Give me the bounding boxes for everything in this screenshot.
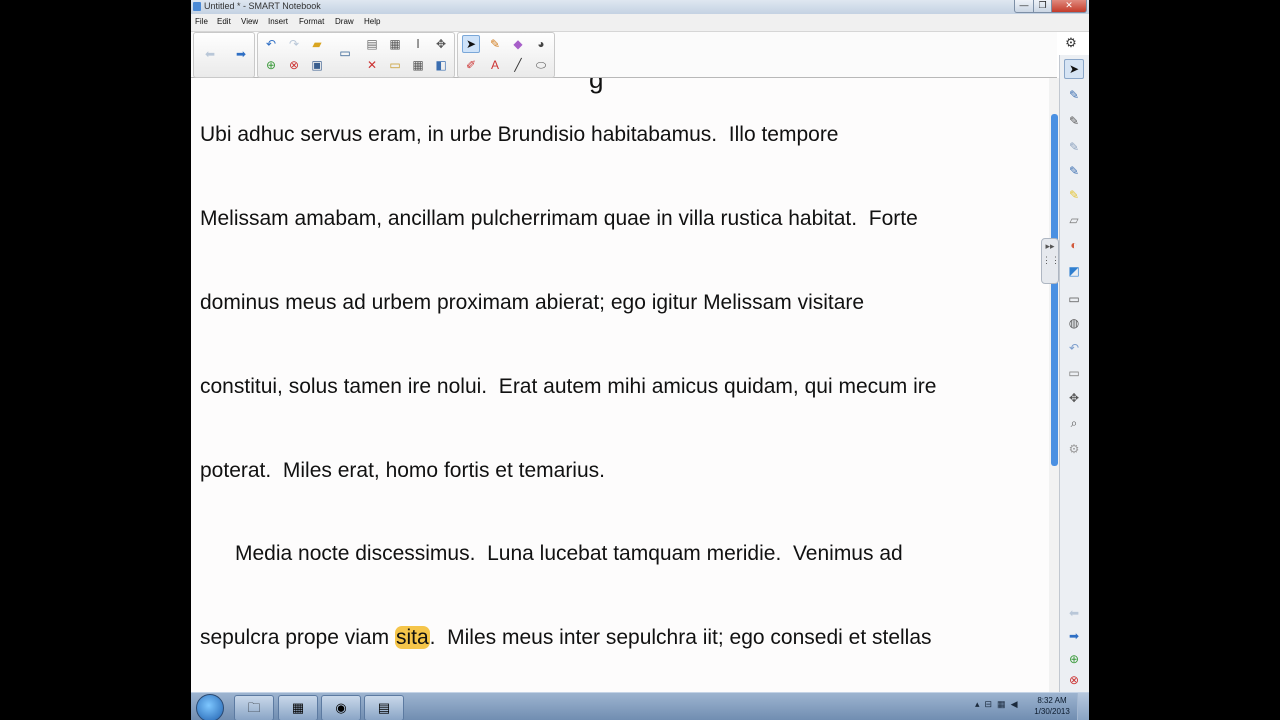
text-line: dominus meus ad urbem proximam abierat; …: [200, 291, 865, 314]
cut-delete-icon[interactable]: ✕: [363, 56, 381, 74]
text-line: Melissam amabam, ancillam pulcherrimam q…: [200, 207, 918, 230]
pointer-icon[interactable]: ◍: [1064, 313, 1084, 333]
windows-taskbar: 🗀 ▦ ◉ ▤ ▴ ⊟ ▦ ◀ 8:32 AM 1/30/2013: [191, 692, 1089, 720]
table-icon[interactable]: ▦: [409, 56, 427, 74]
undo-icon[interactable]: ↶: [262, 35, 280, 53]
close-button[interactable]: ✕: [1051, 0, 1087, 13]
document-camera-icon[interactable]: ◧: [432, 56, 450, 74]
eraser-icon[interactable]: ▱: [1064, 210, 1084, 230]
notebook-taskbar-icon[interactable]: ▦: [278, 695, 318, 720]
notebook-page[interactable]: g Ubi adhuc servus eram, in urbe Brundis…: [191, 78, 1049, 692]
eraser-icon[interactable]: ◆: [509, 35, 527, 53]
menu-format[interactable]: Format: [299, 17, 324, 26]
chrome-taskbar-icon[interactable]: ◉: [321, 695, 361, 720]
show-desktop-button[interactable]: [1077, 693, 1089, 720]
delete-page-icon[interactable]: ⊗: [1064, 670, 1084, 690]
image-icon[interactable]: ▭: [386, 56, 404, 74]
keyboard-icon[interactable]: ▭: [1064, 289, 1084, 309]
text-after-highlight: . Miles meus inter sepulchra iit; ego co…: [429, 626, 932, 649]
open-folder-icon[interactable]: ▰: [308, 35, 326, 53]
text-line: constitui, solus tamen ire nolui. Erat a…: [200, 375, 937, 398]
text-line-highlighted: sepulcra prope viam sita. Miles meus int…: [200, 626, 932, 650]
menu-help[interactable]: Help: [364, 17, 380, 26]
paste-icon[interactable]: ▤: [363, 35, 381, 53]
text-line: Ubi adhuc servus eram, in urbe Brundisio…: [200, 123, 839, 146]
screen-display-icon[interactable]: ▭: [336, 44, 354, 62]
settings-gear-icon[interactable]: ⚙: [1062, 34, 1080, 52]
menu-edit[interactable]: Edit: [217, 17, 231, 26]
text-line: Media nocte discessimus. Luna lucebat ta…: [200, 542, 903, 565]
screen-shade-icon[interactable]: ▦: [386, 35, 404, 53]
next-page-icon[interactable]: ➡: [1064, 626, 1084, 646]
creative-pens-icon[interactable]: ✐: [462, 56, 480, 74]
side-panel-grip[interactable]: ▸▸ ⋮⋮: [1041, 238, 1060, 284]
network-app-taskbar-icon[interactable]: ▤: [364, 695, 404, 720]
text-line: poterat. Miles erat, homo fortis et tema…: [200, 459, 605, 482]
side-tool-panel: ➤ ✎ ✎ ✎ ✎ ✎ ▱ ◐ ◩ ▭ ◍ ↶ ▭ ✥ ⌕ ⚙ ⬅ ➡ ⊕ ⊗: [1059, 55, 1089, 692]
redo-icon[interactable]: ↷: [285, 35, 303, 53]
explorer-taskbar-icon[interactable]: 🗀: [234, 695, 274, 720]
menu-view[interactable]: View: [241, 17, 258, 26]
smart-notebook-window: Untitled * - SMART Notebook — ❐ ✕ File E…: [191, 0, 1089, 720]
select-arrow-icon[interactable]: ➤: [462, 35, 480, 53]
heading-fragment: g: [589, 78, 604, 94]
creative-pen-icon[interactable]: ✎: [1064, 111, 1084, 131]
screen-shade-icon[interactable]: ▭: [1064, 363, 1084, 383]
clock-date[interactable]: 1/30/2013: [1031, 707, 1073, 716]
maximize-button[interactable]: ❐: [1033, 0, 1052, 13]
menu-draw[interactable]: Draw: [335, 17, 354, 26]
window-title: Untitled * - SMART Notebook: [204, 1, 321, 11]
pens-icon[interactable]: ✎: [486, 35, 504, 53]
prev-page-icon[interactable]: ⬅: [1064, 603, 1084, 623]
tool-icon[interactable]: ✥: [1064, 388, 1084, 408]
start-button[interactable]: [196, 694, 224, 720]
fill-icon[interactable]: ◕: [532, 35, 550, 53]
menu-file[interactable]: File: [195, 17, 208, 26]
system-tray[interactable]: ▴ ⊟ ▦ ◀: [975, 699, 1018, 710]
document-tools-group: ↶ ↷ ▰ ⊕ ⊗ ▣ ▭ ▤ ✕ ▦ ▭ Ⅰ ▦ ✥ ◧: [257, 32, 455, 78]
magic-pen-icon[interactable]: ✎: [1064, 137, 1084, 157]
clock-time[interactable]: 8:32 AM: [1031, 696, 1073, 705]
navigation-group: ⬅ ➡: [193, 32, 255, 78]
save-icon[interactable]: ▣: [308, 56, 326, 74]
magnifier-icon[interactable]: ⌕: [1064, 413, 1084, 433]
title-bar[interactable]: Untitled * - SMART Notebook — ❐ ✕: [191, 0, 1089, 14]
drawing-tools-group: ➤ ✎ ◆ ◕ ✐ A ╱ ⬭: [457, 32, 555, 78]
text-icon[interactable]: A: [486, 56, 504, 74]
capture-icon[interactable]: ✥: [432, 35, 450, 53]
add-page-icon[interactable]: ⊕: [262, 56, 280, 74]
back-arrow-icon[interactable]: ⬅: [201, 45, 219, 63]
highlighter-icon[interactable]: ✎: [1064, 185, 1084, 205]
text-before-highlight: sepulcra prope viam: [200, 626, 395, 649]
undo-icon[interactable]: ↶: [1064, 338, 1084, 358]
text-tool-icon[interactable]: Ⅰ: [409, 35, 427, 53]
vertical-scrollbar[interactable]: [1049, 78, 1059, 692]
menu-bar: File Edit View Insert Format Draw Help: [191, 14, 1089, 32]
fill-icon[interactable]: ◐: [1064, 235, 1084, 255]
shapes-icon[interactable]: ⬭: [532, 56, 550, 74]
pen-icon[interactable]: ✎: [1064, 85, 1084, 105]
menu-insert[interactable]: Insert: [268, 17, 288, 26]
note-icon[interactable]: ◩: [1064, 261, 1084, 281]
line-icon[interactable]: ╱: [509, 56, 527, 74]
minimize-button[interactable]: —: [1014, 0, 1034, 13]
delete-page-icon[interactable]: ⊗: [285, 56, 303, 74]
select-icon[interactable]: ➤: [1064, 59, 1084, 79]
forward-arrow-icon[interactable]: ➡: [232, 45, 250, 63]
add-page-icon[interactable]: ⊕: [1064, 649, 1084, 669]
settings-icon[interactable]: ⚙: [1064, 439, 1084, 459]
smart-notebook-app-icon[interactable]: [193, 2, 201, 11]
highlighted-word: sita: [394, 626, 430, 649]
main-toolbar: ⬅ ➡ ↶ ↷ ▰ ⊕ ⊗ ▣ ▭ ▤ ✕ ▦ ▭ Ⅰ ▦ ✥ ◧ ➤ ✎ ◆ …: [191, 32, 1057, 78]
scrollbar-thumb[interactable]: [1051, 114, 1058, 466]
shape-pen-icon[interactable]: ✎: [1064, 161, 1084, 181]
